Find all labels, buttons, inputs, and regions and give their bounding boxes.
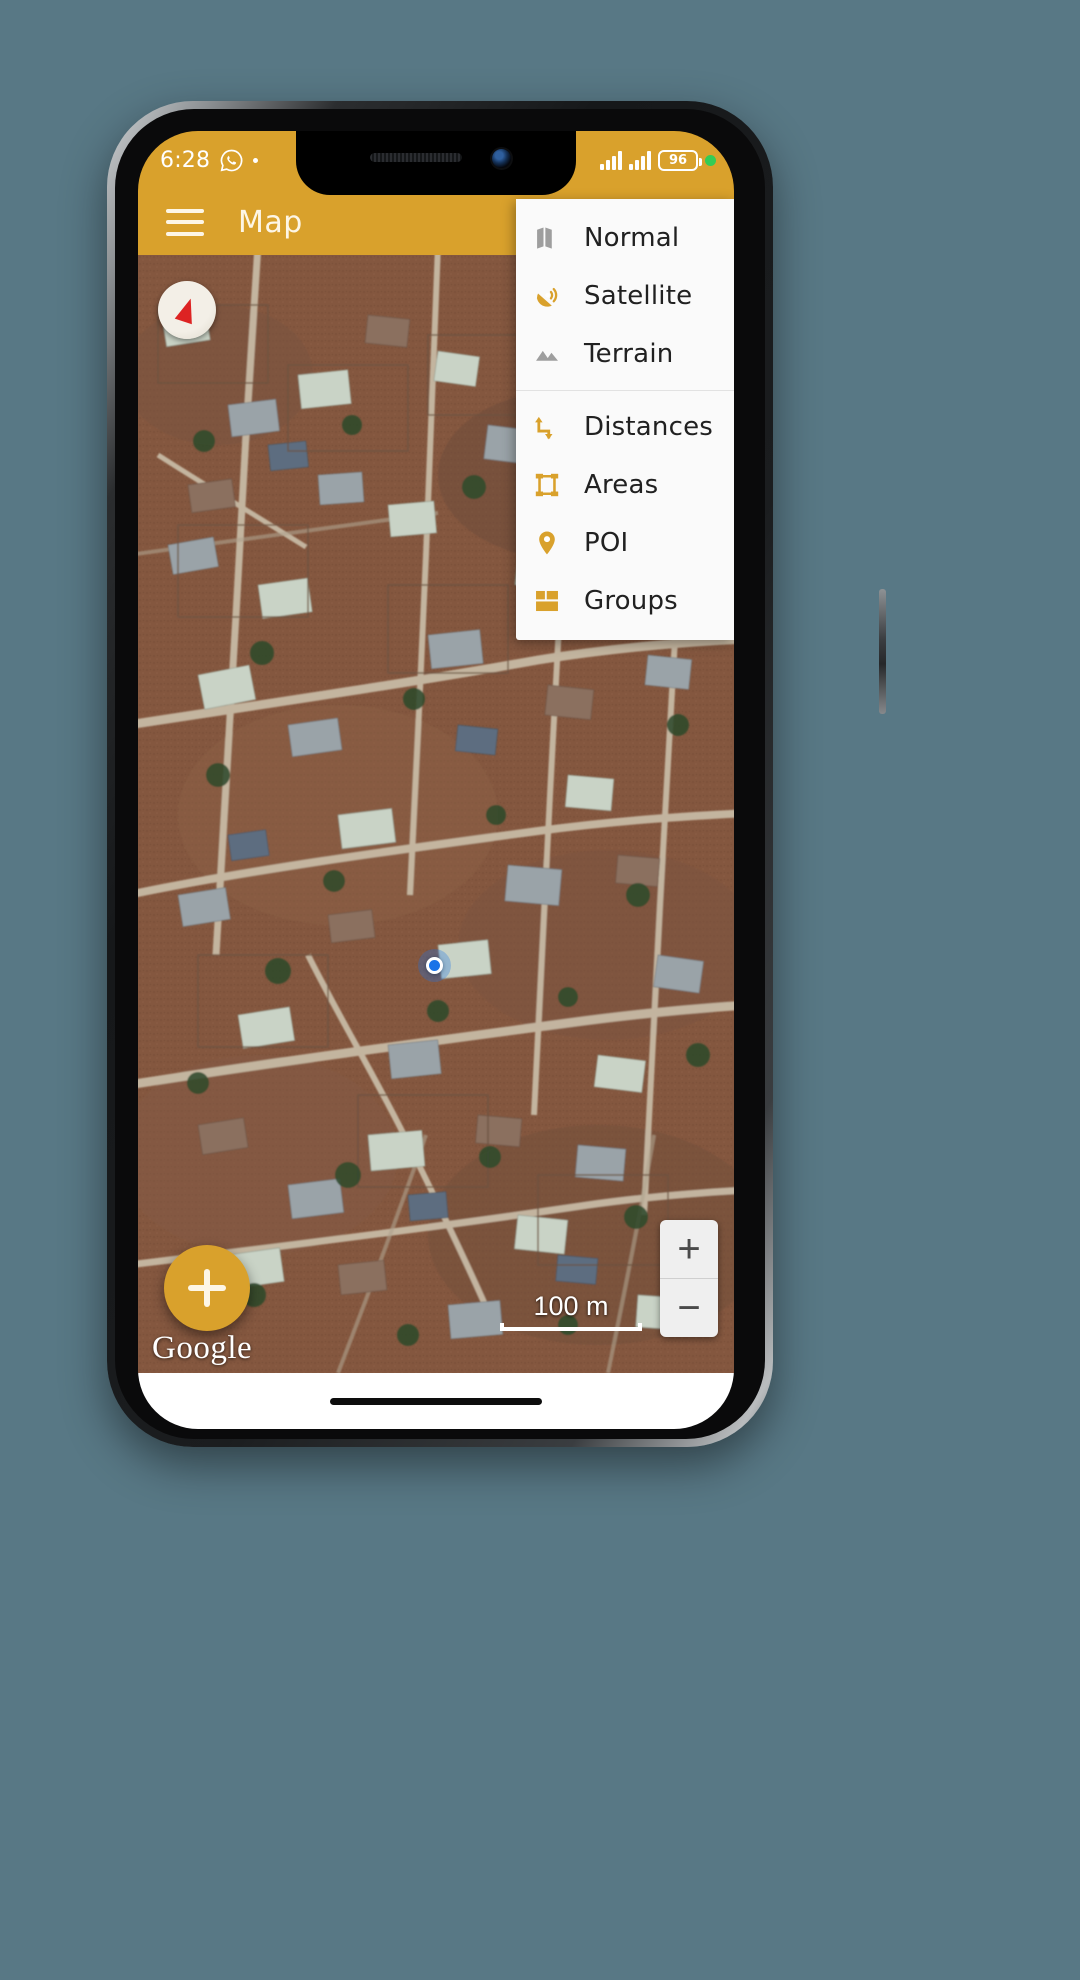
menu-item-poi[interactable]: POI bbox=[516, 514, 734, 572]
area-frame-icon bbox=[532, 470, 562, 500]
menu-label: Satellite bbox=[584, 281, 693, 311]
menu-label: POI bbox=[584, 528, 629, 558]
zigzag-arrows-icon bbox=[532, 412, 562, 442]
current-location-dot bbox=[426, 957, 443, 974]
home-indicator-area bbox=[138, 1373, 734, 1429]
menu-label: Groups bbox=[584, 586, 678, 616]
phone-frame: Google 100 m + − Map 6:28 96 Normal Sate… bbox=[107, 101, 886, 1447]
battery-icon: 96 bbox=[658, 149, 702, 171]
power-button[interactable] bbox=[879, 589, 886, 714]
signal-bars-icon bbox=[600, 150, 622, 170]
map-scale-bar: 100 m bbox=[500, 1291, 642, 1331]
zoom-controls[interactable]: + − bbox=[660, 1220, 718, 1337]
green-status-dot bbox=[705, 154, 716, 166]
zoom-in-button[interactable]: + bbox=[660, 1220, 718, 1278]
scale-label: 100 m bbox=[533, 1291, 609, 1321]
folded-map-icon bbox=[532, 223, 562, 253]
phone-notch bbox=[296, 131, 576, 195]
add-button[interactable] bbox=[164, 1245, 250, 1331]
menu-label: Terrain bbox=[584, 339, 674, 369]
zoom-out-button[interactable]: − bbox=[660, 1279, 718, 1337]
phone-bezel: Google 100 m + − Map 6:28 96 Normal Sate… bbox=[115, 109, 765, 1439]
map-pin-icon bbox=[532, 528, 562, 558]
home-indicator[interactable] bbox=[330, 1397, 542, 1405]
phone-screen: Google 100 m + − Map 6:28 96 Normal Sate… bbox=[138, 131, 734, 1429]
menu-item-satellite[interactable]: Satellite bbox=[516, 267, 734, 325]
plus-icon bbox=[188, 1269, 226, 1307]
compass-icon[interactable] bbox=[158, 281, 216, 339]
whatsapp-icon bbox=[220, 149, 243, 171]
satellite-dish-icon bbox=[532, 281, 562, 311]
earpiece-speaker bbox=[370, 153, 462, 162]
notification-dot bbox=[253, 157, 259, 163]
mountains-icon bbox=[532, 339, 562, 369]
screenshot-root: Google 100 m + − Map 6:28 96 Normal Sate… bbox=[0, 0, 1080, 1980]
menu-item-groups[interactable]: Groups bbox=[516, 572, 734, 630]
hamburger-menu-icon[interactable] bbox=[166, 208, 204, 236]
signal-bars-icon bbox=[629, 150, 651, 170]
menu-label: Normal bbox=[584, 223, 680, 253]
google-attribution: Google bbox=[152, 1330, 253, 1366]
grid-blocks-icon bbox=[532, 586, 562, 616]
menu-item-normal[interactable]: Normal bbox=[516, 209, 734, 267]
scale-ruler bbox=[500, 1323, 642, 1331]
battery-level: 96 bbox=[668, 152, 688, 168]
menu-label: Areas bbox=[584, 470, 659, 500]
menu-item-areas[interactable]: Areas bbox=[516, 456, 734, 514]
map-type-menu: Normal Satellite Terrain Distances Areas… bbox=[516, 199, 734, 640]
page-title: Map bbox=[238, 204, 303, 240]
menu-item-terrain[interactable]: Terrain bbox=[516, 325, 734, 383]
menu-label: Distances bbox=[584, 412, 714, 442]
status-bar-right: 96 bbox=[600, 149, 716, 171]
menu-divider bbox=[516, 390, 734, 391]
status-time: 6:28 bbox=[160, 147, 211, 173]
menu-item-distances[interactable]: Distances bbox=[516, 398, 734, 456]
front-camera bbox=[492, 149, 511, 168]
compass-needle bbox=[174, 295, 200, 325]
status-bar-left: 6:28 bbox=[160, 147, 259, 173]
